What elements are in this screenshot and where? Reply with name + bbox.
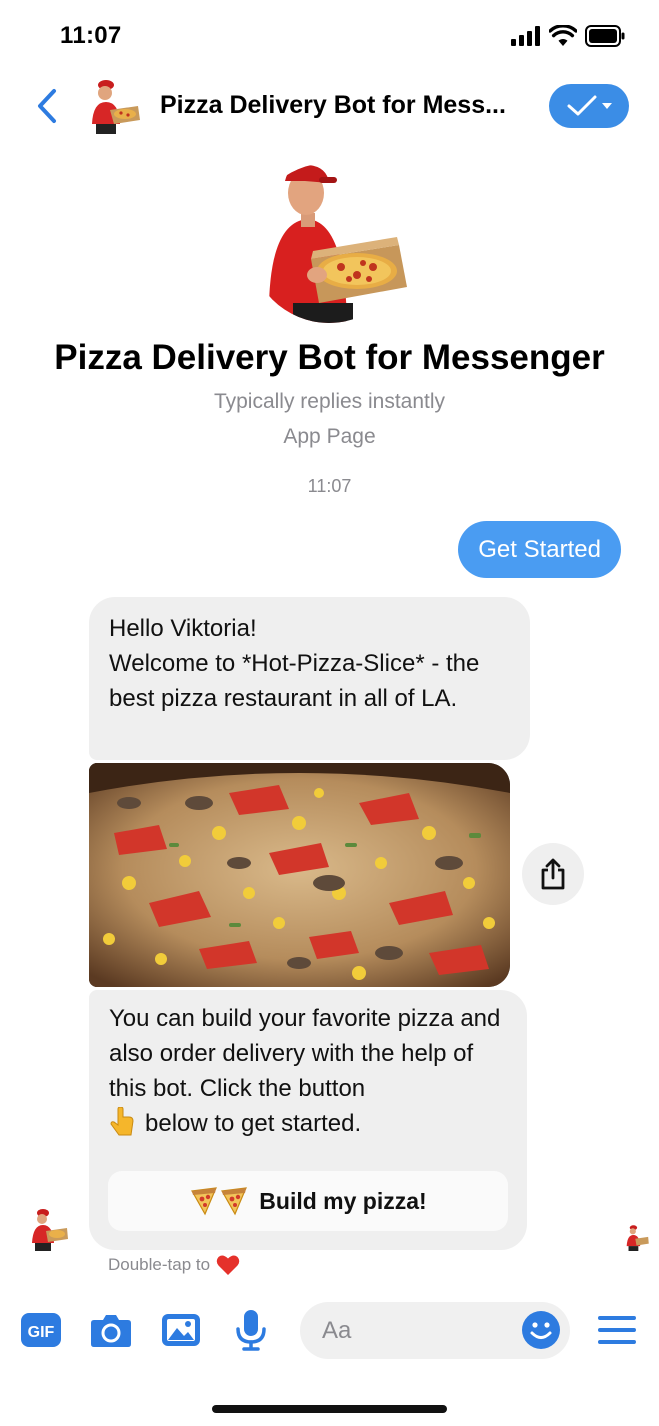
header-avatar[interactable]: [84, 78, 142, 136]
page-category: App Page: [283, 425, 376, 448]
bot-message-text: Hello Viktoria! Welcome to *Hot-Pizza-Sl…: [109, 615, 480, 712]
profile-name: Pizza Delivery Bot for Messenger: [54, 338, 605, 377]
read-receipt-avatar: [623, 1224, 650, 1251]
status-icons: [511, 24, 625, 48]
battery-icon: [585, 25, 625, 47]
message-input[interactable]: [322, 1302, 512, 1359]
chevron-down-icon: [601, 103, 612, 109]
back-icon: [38, 89, 56, 123]
bot-avatar-small: [26, 1207, 70, 1251]
response-time-text: Typically replies instantly: [213, 390, 446, 413]
bot-message-bubble[interactable]: Hello Viktoria! Welcome to *Hot-Pizza-Sl…: [89, 597, 530, 760]
reaction-hint: Double-tap to: [108, 1254, 240, 1276]
photo-button[interactable]: [159, 1308, 203, 1352]
bot-message-text-2a: You can build your favorite pizza and al…: [109, 1005, 501, 1102]
profile-avatar: [249, 163, 409, 323]
share-button[interactable]: [522, 843, 584, 905]
voice-button[interactable]: [229, 1308, 273, 1352]
camera-button[interactable]: [89, 1308, 133, 1352]
bot-message-text-2b: below to get started.: [145, 1110, 362, 1137]
svg-text:GIF: GIF: [28, 1324, 55, 1341]
heart-emoji: [216, 1255, 240, 1275]
gif-button[interactable]: GIF: [19, 1308, 63, 1352]
wifi-icon: [549, 25, 577, 46]
outgoing-message-bubble[interactable]: Get Started: [458, 521, 621, 578]
composer-bar: GIF: [0, 1296, 659, 1366]
reaction-hint-text: Double-tap to: [108, 1255, 211, 1274]
emoji-icon: [522, 1311, 560, 1349]
checkmark-icon: [567, 95, 596, 116]
build-pizza-button[interactable]: Build my pizza!: [108, 1171, 508, 1231]
emoji-button[interactable]: [521, 1310, 561, 1350]
camera-icon: [91, 1315, 131, 1347]
signal-icon: [511, 26, 540, 46]
subscribe-toggle-button[interactable]: [549, 84, 629, 128]
back-button[interactable]: [30, 86, 64, 126]
photo-icon: [162, 1314, 200, 1346]
home-indicator[interactable]: [212, 1405, 447, 1413]
menu-icon: [598, 1316, 636, 1344]
message-timestamp: 11:07: [307, 476, 352, 496]
share-icon: [541, 858, 565, 890]
menu-button[interactable]: [595, 1308, 639, 1352]
status-time: 11:07: [60, 22, 122, 49]
outgoing-message-text: Get Started: [478, 535, 601, 563]
pointing-down-emoji: [110, 1106, 134, 1136]
message-input-container: [300, 1302, 570, 1359]
pizza-image[interactable]: [89, 763, 510, 987]
pizza-emoji: [191, 1187, 248, 1216]
conversation-title[interactable]: Pizza Delivery Bot for Mess...: [160, 91, 540, 120]
gif-icon: GIF: [21, 1313, 61, 1347]
microphone-icon: [236, 1310, 266, 1351]
build-pizza-label: Build my pizza!: [259, 1187, 427, 1214]
